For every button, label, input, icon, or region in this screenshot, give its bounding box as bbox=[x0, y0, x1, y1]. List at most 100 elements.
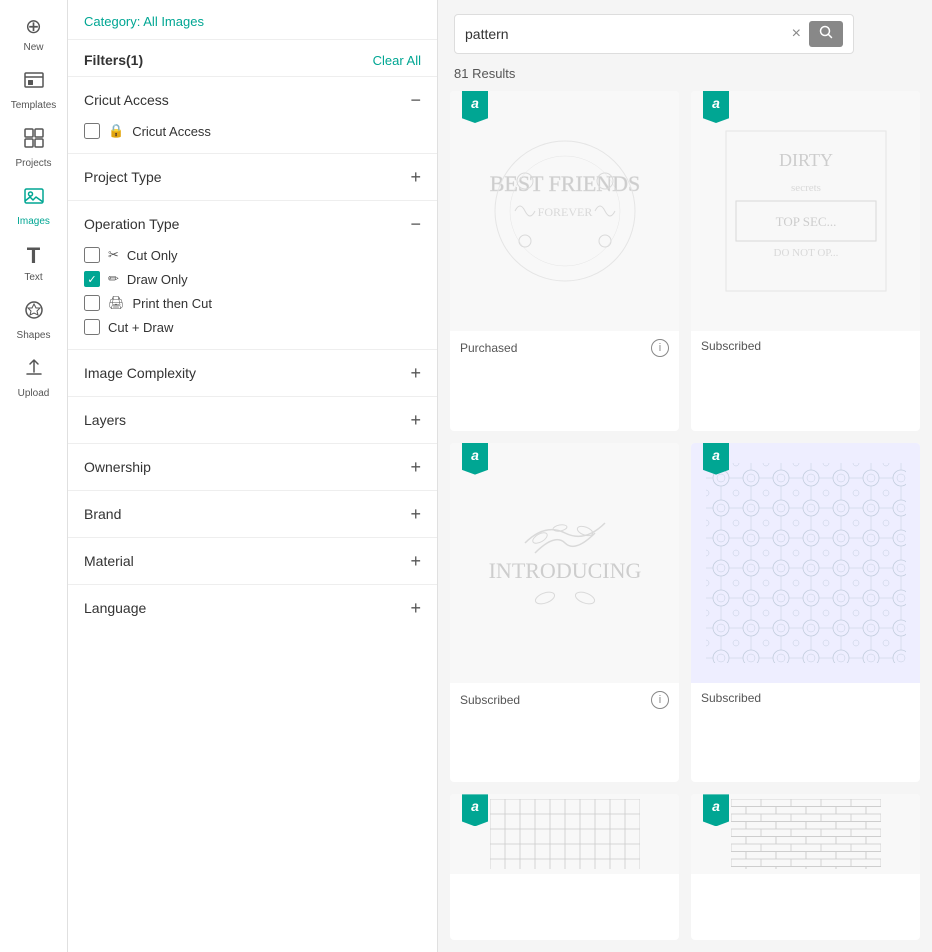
project-type-title: Project Type bbox=[84, 169, 162, 185]
sidebar-label-text: Text bbox=[24, 272, 42, 283]
ownership-title: Ownership bbox=[84, 459, 151, 475]
brand-header[interactable]: Brand + bbox=[84, 491, 421, 537]
material-header[interactable]: Material + bbox=[84, 538, 421, 584]
cut-icon: ✂ bbox=[108, 247, 119, 263]
search-input[interactable] bbox=[465, 26, 784, 42]
cricut-access-label: Cricut Access bbox=[132, 124, 211, 139]
clear-all-button[interactable]: Clear All bbox=[373, 53, 421, 68]
image-complexity-header[interactable]: Image Complexity + bbox=[84, 350, 421, 396]
card-footer-1: Purchased i bbox=[450, 331, 679, 365]
svg-text:DO NOT OP...: DO NOT OP... bbox=[773, 247, 838, 259]
images-icon bbox=[23, 185, 45, 213]
badge-letter-3: a bbox=[471, 447, 479, 463]
ownership-toggle[interactable]: + bbox=[410, 458, 421, 476]
print-then-cut-checkbox[interactable] bbox=[84, 295, 100, 311]
image-complexity-toggle[interactable]: + bbox=[410, 364, 421, 382]
info-button-3[interactable]: i bbox=[651, 691, 669, 709]
clear-search-button[interactable]: × bbox=[792, 25, 801, 43]
images-grid: a BEST FRIENDS FOREVER Purchased bbox=[438, 91, 932, 952]
info-button-1[interactable]: i bbox=[651, 339, 669, 357]
card-footer-2: Subscribed bbox=[691, 331, 920, 361]
badge-4: a bbox=[703, 443, 729, 475]
sidebar-item-images[interactable]: Images bbox=[4, 179, 64, 233]
sidebar-label-new: New bbox=[23, 42, 43, 53]
op-row-cut-only: ✂ Cut Only bbox=[84, 247, 421, 263]
sidebar-item-text[interactable]: T Text bbox=[4, 237, 64, 289]
main-content: × 81 Results a BEST FRIENDS FOREVER bbox=[438, 0, 932, 952]
filter-section-image-complexity: Image Complexity + bbox=[68, 349, 437, 396]
project-type-header[interactable]: Project Type + bbox=[84, 154, 421, 200]
language-header[interactable]: Language + bbox=[84, 585, 421, 631]
cut-only-checkbox[interactable] bbox=[84, 247, 100, 263]
operation-type-toggle[interactable]: − bbox=[410, 215, 421, 233]
filters-header: Filters(1) Clear All bbox=[68, 40, 437, 76]
language-toggle[interactable]: + bbox=[410, 599, 421, 617]
draw-only-checkbox[interactable] bbox=[84, 271, 100, 287]
svg-text:TOP SEC...: TOP SEC... bbox=[775, 214, 836, 229]
sidebar-item-projects[interactable]: Projects bbox=[4, 121, 64, 175]
op-row-print-then-cut: 🖨 Print then Cut bbox=[84, 295, 421, 311]
status-label-2: Subscribed bbox=[701, 339, 761, 353]
ownership-header[interactable]: Ownership + bbox=[84, 444, 421, 490]
sidebar-item-templates[interactable]: Templates bbox=[4, 63, 64, 117]
sidebar-label-shapes: Shapes bbox=[17, 330, 51, 341]
image-card-1[interactable]: a BEST FRIENDS FOREVER Purchased bbox=[450, 91, 679, 431]
layers-header[interactable]: Layers + bbox=[84, 397, 421, 443]
operation-type-header[interactable]: Operation Type − bbox=[84, 201, 421, 247]
badge-letter-1: a bbox=[471, 95, 479, 111]
img-area-2: DIRTY secrets TOP SEC... DO NOT OP... bbox=[691, 91, 920, 331]
filter-section-language: Language + bbox=[68, 584, 437, 631]
layers-toggle[interactable]: + bbox=[410, 411, 421, 429]
sidebar-item-new[interactable]: ⊕ New bbox=[4, 8, 64, 59]
text-icon: T bbox=[27, 243, 40, 269]
category-bar: Category: All Images bbox=[68, 0, 437, 40]
category-prefix: Category: bbox=[84, 14, 143, 29]
svg-text:INTRODUCING: INTRODUCING bbox=[488, 558, 641, 583]
material-toggle[interactable]: + bbox=[410, 552, 421, 570]
filter-section-ownership: Ownership + bbox=[68, 443, 437, 490]
card-footer-3: Subscribed i bbox=[450, 683, 679, 717]
sidebar-label-upload: Upload bbox=[18, 388, 50, 399]
operation-content: ✂ Cut Only ✏ Draw Only 🖨 Print then Cut … bbox=[84, 247, 421, 349]
filter-section-project-type: Project Type + bbox=[68, 153, 437, 200]
category-value[interactable]: All Images bbox=[143, 14, 204, 29]
sidebar-label-templates: Templates bbox=[11, 100, 57, 111]
op-row-cut-draw: Cut + Draw bbox=[84, 319, 421, 335]
brand-toggle[interactable]: + bbox=[410, 505, 421, 523]
search-bar-area: × bbox=[438, 0, 932, 62]
cut-draw-label: Cut + Draw bbox=[108, 320, 173, 335]
draw-icon: ✏ bbox=[108, 271, 119, 287]
badge-letter-6: a bbox=[712, 798, 720, 814]
cut-draw-checkbox[interactable] bbox=[84, 319, 100, 335]
operation-type-title: Operation Type bbox=[84, 216, 179, 232]
sidebar-item-shapes[interactable]: Shapes bbox=[4, 293, 64, 347]
svg-text:secrets: secrets bbox=[791, 182, 821, 194]
upload-icon bbox=[23, 357, 45, 385]
filter-section-operation-type: Operation Type − ✂ Cut Only ✏ Draw Only … bbox=[68, 200, 437, 349]
image-card-4[interactable]: a bbox=[691, 443, 920, 783]
sidebar-label-projects: Projects bbox=[15, 158, 51, 169]
project-type-toggle[interactable]: + bbox=[410, 168, 421, 186]
image-card-6[interactable]: a bbox=[691, 794, 920, 940]
search-box: × bbox=[454, 14, 854, 54]
cricut-access-checkbox[interactable] bbox=[84, 123, 100, 139]
image-card-2[interactable]: a DIRTY secrets TOP SEC... DO NOT OP... … bbox=[691, 91, 920, 431]
results-count: 81 Results bbox=[438, 62, 932, 91]
cricut-access-header[interactable]: Cricut Access − bbox=[84, 77, 421, 123]
language-title: Language bbox=[84, 600, 146, 616]
sidebar-item-upload[interactable]: Upload bbox=[4, 351, 64, 405]
img-area-4 bbox=[691, 443, 920, 683]
cricut-access-toggle[interactable]: − bbox=[410, 91, 421, 109]
filter-section-material: Material + bbox=[68, 537, 437, 584]
svg-text:DIRTY: DIRTY bbox=[779, 150, 833, 170]
image-card-3[interactable]: a INTRODUCING Subscribed bbox=[450, 443, 679, 783]
sidebar: ⊕ New Templates Projects Images T Text S… bbox=[0, 0, 68, 952]
filter-section-brand: Brand + bbox=[68, 490, 437, 537]
search-button[interactable] bbox=[809, 21, 843, 47]
image-card-5[interactable]: a bbox=[450, 794, 679, 940]
filters-title: Filters(1) bbox=[84, 52, 143, 68]
filter-section-layers: Layers + bbox=[68, 396, 437, 443]
badge-6: a bbox=[703, 794, 729, 826]
badge-3: a bbox=[462, 443, 488, 475]
badge-letter-4: a bbox=[712, 447, 720, 463]
